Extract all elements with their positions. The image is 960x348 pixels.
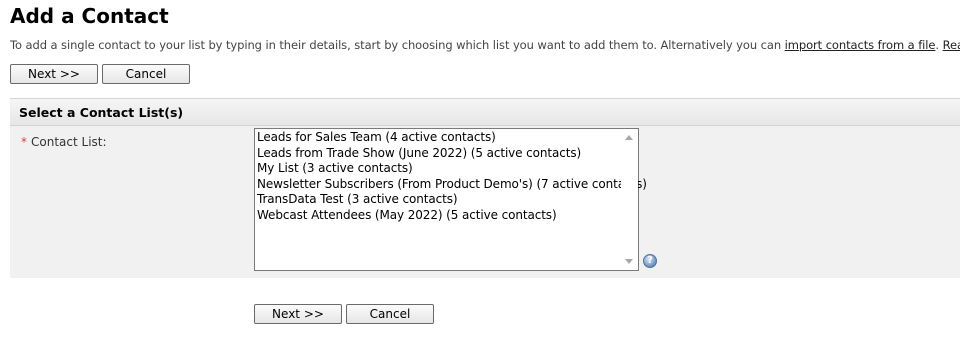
read-more-link[interactable]: Read More bbox=[943, 38, 960, 52]
question-mark-icon[interactable]: ? bbox=[643, 254, 657, 268]
contact-list-option[interactable]: My List (3 active contacts) bbox=[257, 161, 620, 177]
bottom-next-button[interactable]: Next >> bbox=[254, 304, 342, 324]
panel-title: Select a Contact List(s) bbox=[19, 105, 184, 120]
contact-list-label-text: Contact List: bbox=[31, 135, 107, 149]
intro-description: To add a single contact to your list by … bbox=[10, 38, 785, 52]
page-title: Add a Contact bbox=[10, 4, 169, 28]
panel-header: Select a Contact List(s) bbox=[10, 98, 960, 126]
contact-list-option[interactable]: Leads for Sales Team (4 active contacts) bbox=[257, 130, 620, 146]
contact-list-panel: Select a Contact List(s) * Contact List: … bbox=[10, 98, 960, 278]
contact-list-option[interactable]: Webcast Attendees (May 2022) (5 active c… bbox=[257, 208, 620, 224]
listbox-scrollbar[interactable] bbox=[621, 129, 638, 270]
add-contact-page: Add a Contact To add a single contact to… bbox=[0, 0, 960, 348]
bottom-cancel-button[interactable]: Cancel bbox=[346, 304, 434, 324]
required-marker: * bbox=[21, 135, 27, 149]
import-contacts-link[interactable]: import contacts from a file bbox=[785, 38, 936, 52]
contact-list-option[interactable]: Leads from Trade Show (June 2022) (5 act… bbox=[257, 146, 620, 162]
intro-period: . bbox=[935, 38, 939, 52]
scroll-up-arrow-icon[interactable] bbox=[625, 135, 633, 140]
top-next-button[interactable]: Next >> bbox=[10, 64, 98, 84]
contact-list-label: * Contact List: bbox=[21, 134, 107, 150]
top-cancel-button[interactable]: Cancel bbox=[102, 64, 190, 84]
contact-list-option[interactable]: TransData Test (3 active contacts) bbox=[257, 192, 620, 208]
intro-text: To add a single contact to your list by … bbox=[10, 37, 960, 53]
scroll-down-arrow-icon[interactable] bbox=[625, 259, 633, 264]
contact-list-options: Leads for Sales Team (4 active contacts)… bbox=[257, 130, 647, 224]
contact-list-select[interactable]: Leads for Sales Team (4 active contacts)… bbox=[254, 128, 647, 271]
contact-list-option[interactable]: Newsletter Subscribers (From Product Dem… bbox=[257, 177, 647, 193]
